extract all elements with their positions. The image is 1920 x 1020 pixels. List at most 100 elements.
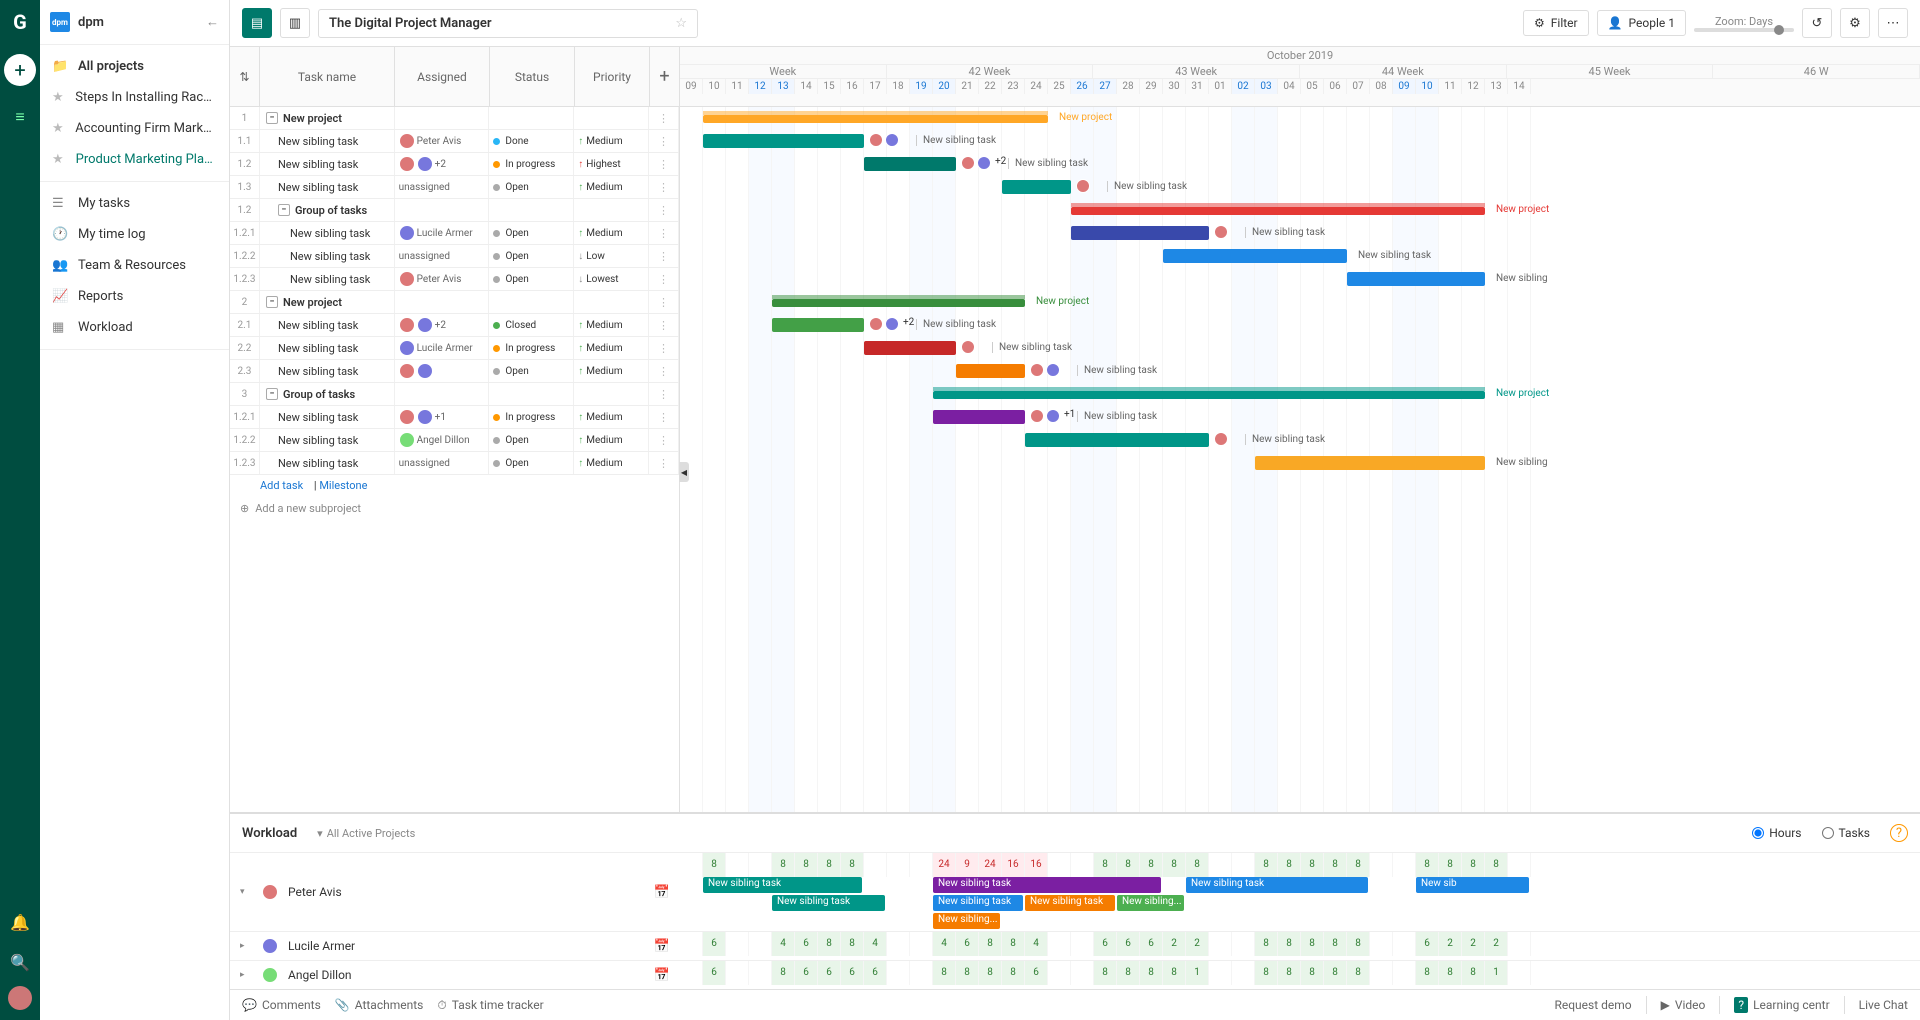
gantt-bar[interactable] bbox=[933, 410, 1025, 424]
row-menu-icon[interactable]: ⋮ bbox=[649, 406, 679, 428]
row-menu-icon[interactable]: ⋮ bbox=[649, 360, 679, 382]
request-demo-link[interactable]: Request demo bbox=[1554, 998, 1631, 1012]
add-task-link[interactable]: Add task bbox=[260, 479, 303, 492]
history-button[interactable]: ↺ bbox=[1802, 8, 1832, 38]
collapse-icon[interactable]: − bbox=[266, 296, 278, 308]
row-menu-icon[interactable]: ⋮ bbox=[649, 222, 679, 244]
workload-task-bar[interactable]: New sibling task bbox=[772, 895, 885, 911]
col-assigned[interactable]: Assigned bbox=[395, 47, 490, 106]
back-icon[interactable]: ← bbox=[206, 14, 219, 30]
row-menu-icon[interactable]: ⋮ bbox=[649, 153, 679, 175]
video-button[interactable]: ▶Video bbox=[1661, 998, 1706, 1012]
user-avatar[interactable] bbox=[8, 986, 32, 1010]
task-row[interactable]: 1.3New sibling taskunassignedOpenMedium⋮ bbox=[230, 176, 679, 199]
sidebar-project-1[interactable]: ★ Accounting Firm Marketing... bbox=[40, 113, 229, 144]
sort-icon[interactable]: ⇅ bbox=[230, 47, 260, 106]
gantt-bar[interactable] bbox=[1163, 249, 1347, 263]
time-tracker-button[interactable]: ⏱Task time tracker bbox=[437, 998, 543, 1013]
attachments-button[interactable]: 📎Attachments bbox=[335, 998, 424, 1012]
more-button[interactable]: ⋯ bbox=[1878, 8, 1908, 38]
learning-button[interactable]: ?Learning centr bbox=[1734, 997, 1829, 1013]
gantt-bar[interactable] bbox=[1002, 180, 1071, 194]
col-status[interactable]: Status bbox=[490, 47, 575, 106]
row-menu-icon[interactable]: ⋮ bbox=[649, 107, 679, 129]
col-task-name[interactable]: Task name bbox=[260, 47, 395, 106]
expand-icon[interactable]: ▸ bbox=[240, 941, 254, 951]
task-row[interactable]: 1.2.2New sibling taskunassignedOpenLow⋮ bbox=[230, 245, 679, 268]
gantt-bar[interactable] bbox=[703, 134, 864, 148]
comments-button[interactable]: 💬Comments bbox=[242, 998, 321, 1012]
add-column-button[interactable]: + bbox=[650, 47, 680, 106]
row-menu-icon[interactable]: ⋮ bbox=[649, 199, 679, 221]
live-chat-button[interactable]: Live Chat bbox=[1859, 998, 1908, 1012]
sidebar-project-0[interactable]: ★ Steps In Installing Rack Mo... bbox=[40, 82, 229, 113]
workload-task-bar[interactable]: New sibling... bbox=[1117, 895, 1184, 911]
add-subproject-button[interactable]: ⊕ Add a new subproject bbox=[230, 496, 679, 521]
star-icon[interactable]: ☆ bbox=[675, 16, 687, 31]
help-icon[interactable]: ? bbox=[1890, 824, 1908, 842]
task-row[interactable]: 2−New project⋮ bbox=[230, 291, 679, 314]
expand-icon[interactable]: ▸ bbox=[240, 970, 254, 980]
gantt-view-button[interactable]: ▤ bbox=[242, 8, 272, 38]
add-button[interactable]: + bbox=[4, 54, 36, 86]
workload-task-bar[interactable]: New sibling task bbox=[1025, 895, 1115, 911]
sidebar-all-projects[interactable]: 📁 All projects bbox=[40, 51, 229, 82]
collapse-icon[interactable]: − bbox=[266, 388, 278, 400]
workload-hours-radio[interactable]: Hours bbox=[1752, 826, 1801, 840]
gantt-bar[interactable] bbox=[933, 391, 1485, 399]
collapse-icon[interactable]: − bbox=[278, 204, 290, 216]
sidebar-project-2[interactable]: ★ Product Marketing Plan Te... bbox=[40, 144, 229, 175]
workload-task-bar[interactable]: New sibling task bbox=[703, 877, 862, 893]
expand-icon[interactable]: ▾ bbox=[240, 887, 254, 897]
row-menu-icon[interactable]: ⋮ bbox=[649, 314, 679, 336]
task-row[interactable]: 2.2New sibling taskLucile ArmerIn progre… bbox=[230, 337, 679, 360]
sidebar-reports[interactable]: 📈Reports bbox=[40, 281, 229, 312]
people-button[interactable]: 👤People 1 bbox=[1597, 10, 1686, 36]
collapse-grid-handle[interactable]: ◀ bbox=[679, 462, 689, 482]
gantt-bar[interactable] bbox=[864, 157, 956, 171]
workload-task-bar[interactable]: New sibling task bbox=[1186, 877, 1368, 893]
zoom-slider[interactable] bbox=[1694, 28, 1794, 32]
sidebar-team[interactable]: 👥Team & Resources bbox=[40, 250, 229, 281]
sidebar-my-tasks[interactable]: ☰My tasks bbox=[40, 188, 229, 219]
workload-task-bar[interactable]: New sibling... bbox=[933, 913, 1000, 929]
task-row[interactable]: 1.2.1New sibling task+1In progressMedium… bbox=[230, 406, 679, 429]
row-menu-icon[interactable]: ⋮ bbox=[649, 337, 679, 359]
sidebar-workload[interactable]: ▦Workload bbox=[40, 312, 229, 343]
row-menu-icon[interactable]: ⋮ bbox=[649, 268, 679, 290]
gantt-bar[interactable] bbox=[1255, 456, 1485, 470]
filter-button[interactable]: ⚙Filter bbox=[1523, 10, 1589, 36]
sidebar-time-log[interactable]: 🕐My time log bbox=[40, 219, 229, 250]
gantt-bar[interactable] bbox=[956, 364, 1025, 378]
task-row[interactable]: 1.1New sibling taskPeter AvisDoneMedium⋮ bbox=[230, 130, 679, 153]
workload-tasks-radio[interactable]: Tasks bbox=[1822, 826, 1871, 840]
workload-task-bar[interactable]: New sibling task bbox=[933, 895, 1023, 911]
row-menu-icon[interactable]: ⋮ bbox=[649, 452, 679, 474]
row-menu-icon[interactable]: ⋮ bbox=[649, 130, 679, 152]
project-name-input[interactable]: The Digital Project Manager ☆ bbox=[318, 9, 698, 38]
settings-button[interactable]: ⚙ bbox=[1840, 8, 1870, 38]
gantt-bar[interactable] bbox=[772, 299, 1025, 307]
row-menu-icon[interactable]: ⋮ bbox=[649, 383, 679, 405]
board-view-button[interactable]: ▥ bbox=[280, 8, 310, 38]
task-row[interactable]: 2.1New sibling task+2ClosedMedium⋮ bbox=[230, 314, 679, 337]
row-menu-icon[interactable]: ⋮ bbox=[649, 429, 679, 451]
gantt-bar[interactable] bbox=[703, 115, 1048, 123]
task-row[interactable]: 1.2New sibling task+2In progressHighest⋮ bbox=[230, 153, 679, 176]
add-milestone-link[interactable]: Milestone bbox=[319, 479, 367, 492]
task-row[interactable]: 2.3New sibling taskOpenMedium⋮ bbox=[230, 360, 679, 383]
gantt-bar[interactable] bbox=[1071, 207, 1485, 215]
workload-task-bar[interactable]: New sibling task bbox=[933, 877, 1161, 893]
bell-icon[interactable]: 🔔 bbox=[4, 906, 36, 938]
col-priority[interactable]: Priority bbox=[575, 47, 650, 106]
task-row[interactable]: 1.2.3New sibling taskPeter AvisOpenLowes… bbox=[230, 268, 679, 291]
task-row[interactable]: 3−Group of tasks⋮ bbox=[230, 383, 679, 406]
row-menu-icon[interactable]: ⋮ bbox=[649, 291, 679, 313]
task-row[interactable]: 1.2.1New sibling taskLucile ArmerOpenMed… bbox=[230, 222, 679, 245]
calendar-icon[interactable]: 📅 bbox=[654, 939, 670, 954]
task-row[interactable]: 1.2.2New sibling taskAngel DillonOpenMed… bbox=[230, 429, 679, 452]
task-row[interactable]: 1.2.3New sibling taskunassignedOpenMediu… bbox=[230, 452, 679, 475]
row-menu-icon[interactable]: ⋮ bbox=[649, 176, 679, 198]
menu-icon[interactable]: ≡ bbox=[4, 101, 36, 133]
task-row[interactable]: 1.2−Group of tasks⋮ bbox=[230, 199, 679, 222]
